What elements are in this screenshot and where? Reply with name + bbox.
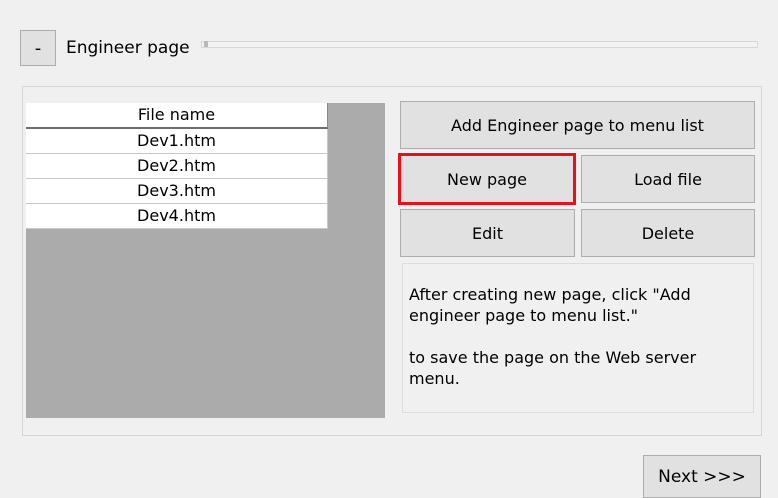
section-title: Engineer page [66, 38, 190, 58]
file-row[interactable]: Dev1.htm [26, 129, 328, 154]
file-row[interactable]: Dev3.htm [26, 179, 328, 204]
info-text-line-2: to save the page on the Web server menu. [409, 348, 697, 388]
add-to-menu-list-button[interactable]: Add Engineer page to menu list [400, 101, 755, 149]
file-list[interactable]: File name Dev1.htm Dev2.htm Dev3.htm Dev… [26, 103, 385, 418]
section-divider [201, 41, 758, 48]
info-text-line-1: After creating new page, click "Add engi… [409, 285, 691, 325]
file-table: File name Dev1.htm Dev2.htm Dev3.htm Dev… [26, 103, 328, 229]
column-header-file-name[interactable]: File name [26, 103, 328, 129]
new-page-button[interactable]: New page [398, 153, 576, 205]
edit-button[interactable]: Edit [400, 209, 575, 257]
file-row[interactable]: Dev2.htm [26, 154, 328, 179]
next-button[interactable]: Next >>> [643, 455, 761, 498]
load-file-button[interactable]: Load file [581, 155, 755, 203]
delete-button[interactable]: Delete [581, 209, 755, 257]
collapse-section-button[interactable]: - [20, 30, 56, 66]
file-row[interactable]: Dev4.htm [26, 204, 328, 229]
info-box: After creating new page, click "Add engi… [402, 263, 754, 413]
divider-marker [204, 41, 208, 47]
